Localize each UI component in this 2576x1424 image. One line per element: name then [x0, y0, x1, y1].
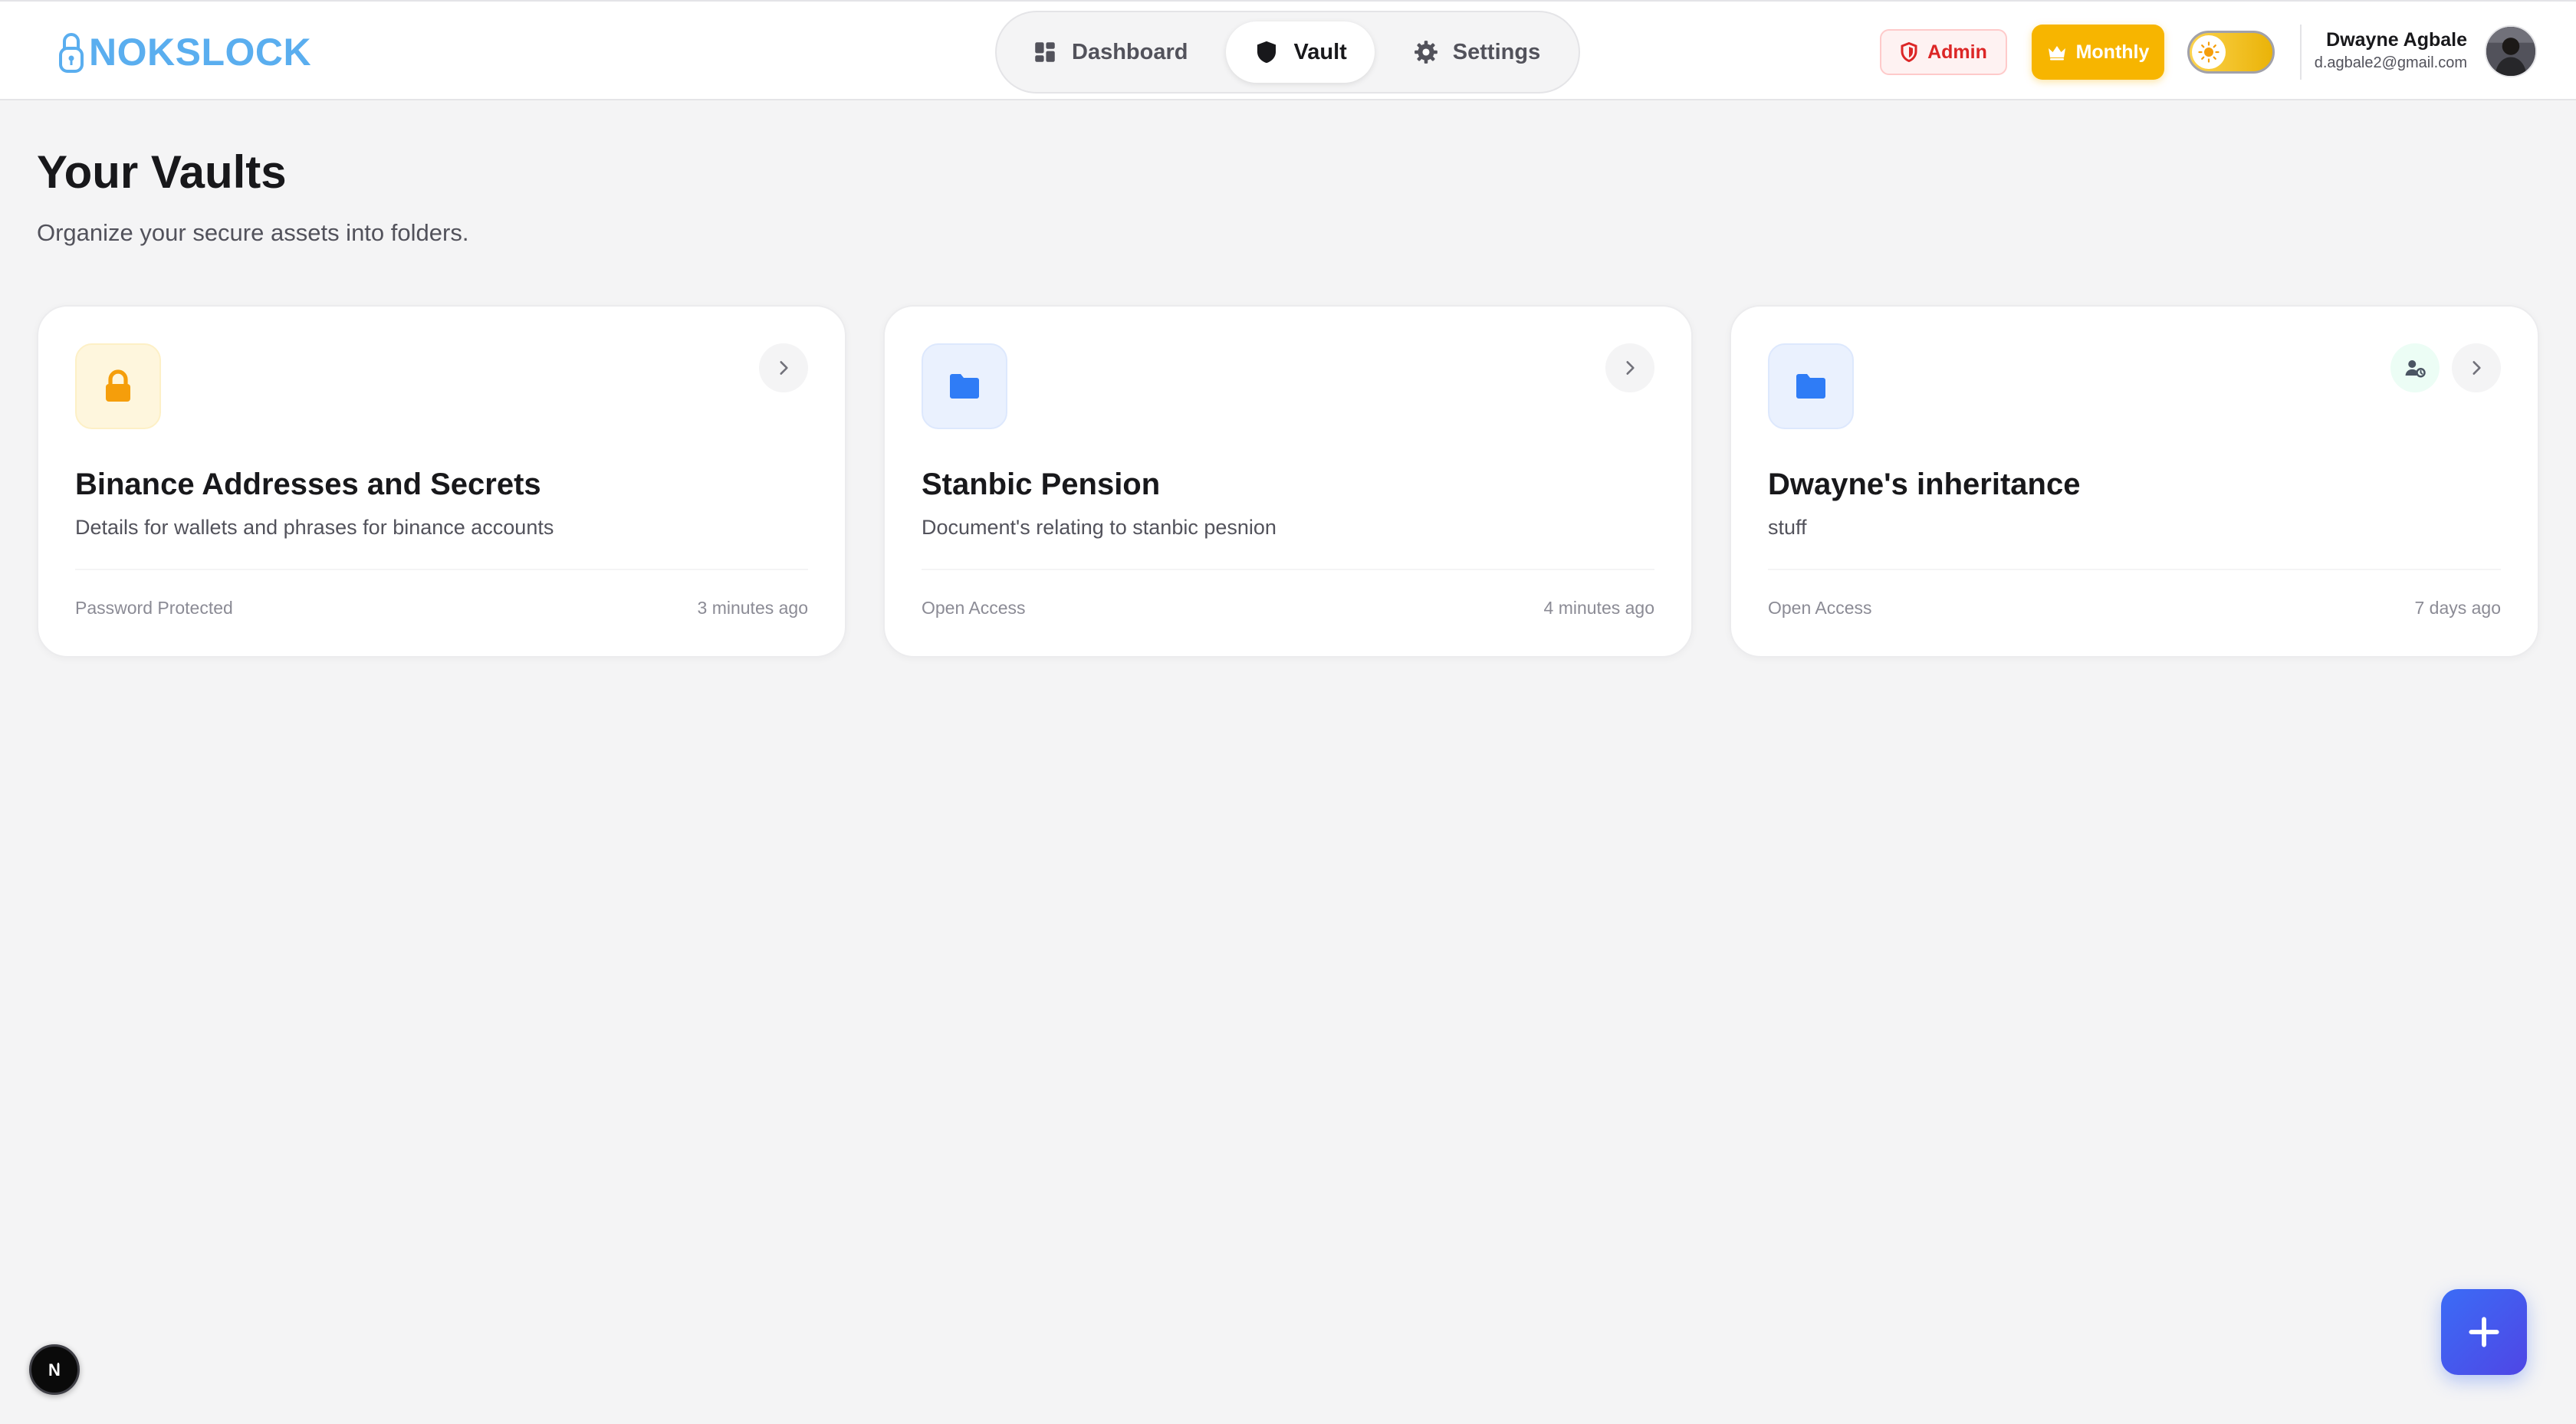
chevron-right-icon	[1626, 361, 1635, 375]
vault-card[interactable]: Stanbic Pension Document's relating to s…	[883, 305, 1693, 658]
vault-updated-time: 3 minutes ago	[697, 598, 808, 618]
admin-badge[interactable]: Admin	[1880, 29, 2007, 75]
vault-updated-time: 7 days ago	[2414, 598, 2501, 618]
user-info[interactable]: Dwayne Agbale d.agbale2@gmail.com	[2315, 28, 2467, 74]
brand-logo[interactable]: NOKSLOCK	[58, 29, 311, 75]
nav-settings[interactable]: Settings	[1385, 21, 1568, 83]
vault-icon-container	[75, 343, 161, 429]
avatar[interactable]	[2485, 25, 2537, 77]
nav-settings-label: Settings	[1452, 39, 1541, 64]
toggle-knob	[2192, 35, 2226, 69]
user-shared-icon	[2405, 360, 2426, 378]
page-title: Your Vaults	[37, 146, 287, 198]
user-email: d.agbale2@gmail.com	[2314, 54, 2467, 71]
vault-description: Document's relating to stanbic pesnion	[922, 516, 1276, 539]
nav-vault-label: Vault	[1293, 39, 1347, 64]
plan-label: Monthly	[2075, 41, 2150, 63]
open-vault-button[interactable]	[2452, 343, 2501, 392]
shield-alert-icon	[1901, 42, 1917, 62]
open-vault-button[interactable]	[1605, 343, 1654, 392]
page-subtitle: Organize your secure assets into folders…	[37, 219, 469, 246]
admin-label: Admin	[1927, 41, 1987, 63]
open-vault-button[interactable]	[759, 343, 808, 392]
nav-vault[interactable]: Vault	[1226, 21, 1375, 83]
card-divider	[922, 569, 1654, 570]
header-divider	[2300, 25, 2302, 80]
nextjs-dev-indicator[interactable]: N	[29, 1344, 80, 1395]
sun-icon	[2198, 41, 2220, 63]
chevron-right-icon	[780, 361, 788, 375]
folder-icon	[950, 374, 979, 399]
subscription-plan-button[interactable]: Monthly	[2032, 25, 2164, 80]
user-avatar-icon	[2486, 27, 2535, 76]
brand-name: NOKSLOCK	[89, 31, 312, 74]
gear-icon	[1414, 41, 1438, 64]
user-name: Dwayne Agbale	[2326, 29, 2467, 51]
lock-logo-icon	[59, 33, 84, 73]
vault-updated-time: 4 minutes ago	[1543, 598, 1654, 618]
shield-icon	[1257, 41, 1276, 64]
vault-card[interactable]: Binance Addresses and Secrets Details fo…	[37, 305, 846, 658]
nav-dashboard[interactable]: Dashboard	[1004, 21, 1215, 83]
chevron-right-icon	[2472, 361, 2481, 375]
vault-description: Details for wallets and phrases for bina…	[75, 516, 554, 539]
crown-icon	[2048, 46, 2065, 61]
add-vault-button[interactable]	[2441, 1289, 2527, 1375]
main-nav: Dashboard Vault Settings	[995, 11, 1580, 94]
vault-icon-container	[1768, 343, 1854, 429]
vault-name: Dwayne's inheritance	[1768, 468, 2081, 501]
vault-access-type: Password Protected	[75, 598, 233, 618]
vault-card[interactable]: Dwayne's inheritance stuff Open Access 7…	[1730, 305, 2539, 658]
plus-icon	[2469, 1317, 2499, 1347]
nextjs-logo-icon: N	[48, 1360, 61, 1380]
vault-description: stuff	[1768, 516, 1807, 539]
vault-name: Binance Addresses and Secrets	[75, 468, 541, 501]
shared-vault-button[interactable]	[2390, 343, 2440, 392]
folder-icon	[1796, 374, 1825, 399]
theme-toggle[interactable]	[2187, 31, 2275, 74]
vault-access-type: Open Access	[922, 598, 1026, 618]
nav-dashboard-label: Dashboard	[1072, 39, 1188, 64]
vault-name: Stanbic Pension	[922, 468, 1161, 501]
card-divider	[75, 569, 808, 570]
card-divider	[1768, 569, 2501, 570]
vault-icon-container	[922, 343, 1007, 429]
lock-icon	[106, 369, 130, 402]
vault-access-type: Open Access	[1768, 598, 1872, 618]
top-header: NOKSLOCK Dashboard Vault Settings Admin …	[0, 0, 2576, 100]
grid-icon	[1035, 42, 1055, 62]
